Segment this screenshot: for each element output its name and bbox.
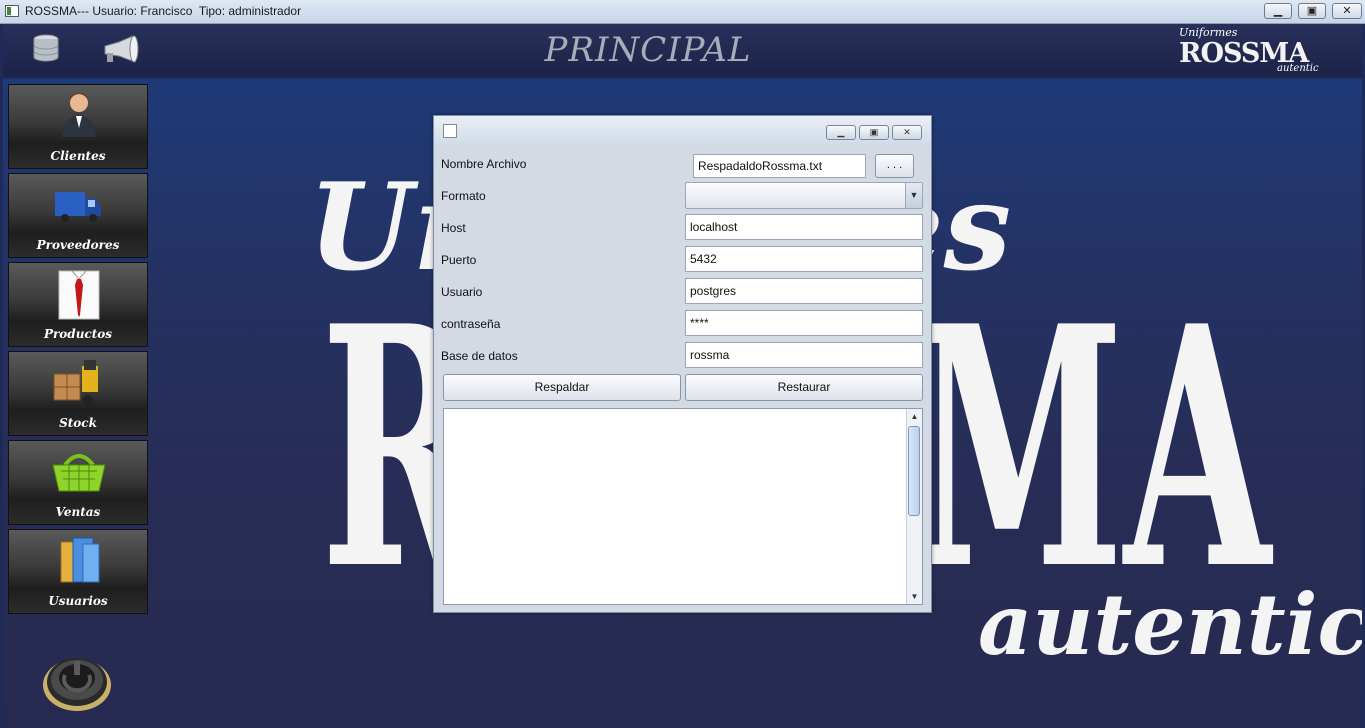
sidebar-item-label: Proveedores [36,238,120,252]
java-icon [443,124,457,138]
browse-button[interactable]: . . . [875,154,914,178]
sidebar-item-proveedores[interactable]: Proveedores [8,173,148,258]
window-title: ROSSMA--- Usuario: Francisco Tipo: admin… [25,4,302,18]
sidebar-item-productos[interactable]: Productos [8,262,148,347]
brand-logo: Uniformes ROSSMA autentic [1173,26,1333,76]
dialog-minimize-button[interactable]: ▁ [826,125,856,140]
dialog-close-button[interactable]: ✕ [892,125,922,140]
restaurar-button[interactable]: Restaurar [685,374,923,401]
background-logo-line3: autentic [978,575,1362,674]
sidebar-item-label: Usuarios [48,594,108,608]
sidebar-item-label: Clientes [50,149,106,163]
base-datos-label: Base de datos [441,349,518,363]
header-title: PRINCIPAL [544,30,752,70]
puerto-field[interactable]: 5432 [685,246,923,272]
usuario-field[interactable]: postgres [685,278,923,304]
sidebar-item-usuarios[interactable]: Usuarios [8,529,148,614]
dialog-titlebar: ▁ ▣ ✕ [434,116,931,144]
sidebar-item-ventas[interactable]: Ventas [8,440,148,525]
sidebar-item-label: Stock [59,416,97,430]
forklift-icon [53,360,98,405]
sidebar-item-label: Ventas [55,505,101,519]
app-header: PRINCIPAL Uniformes ROSSMA autentic [3,24,1362,77]
puerto-label: Puerto [441,253,477,267]
backup-dialog: ▁ ▣ ✕ Nombre Archivo RespadaldoRossma.tx… [433,115,932,613]
scroll-down-icon[interactable]: ▼ [907,589,922,604]
dialog-maximize-button[interactable]: ▣ [859,125,889,140]
dropdown-arrow-icon[interactable]: ▼ [905,183,922,208]
sidebar-item-stock[interactable]: Stock [8,351,148,436]
base-datos-field[interactable]: rossma [685,342,923,368]
scroll-thumb[interactable] [908,426,920,516]
app-icon [5,5,19,17]
truck-icon [55,192,101,222]
log-scrollbar[interactable]: ▲ ▼ [906,409,922,604]
main-area: Uniformes ROSSMA autentic Clientes Prove… [3,79,1362,728]
nombre-archivo-label: Nombre Archivo [441,157,527,171]
respaldar-button[interactable]: Respaldar [443,374,681,401]
sidebar-item-clientes[interactable]: Clientes [8,84,148,169]
password-field[interactable]: **** [685,310,923,336]
sidebar: Clientes Proveedores Productos Stock Ven… [8,84,148,618]
formato-select[interactable]: ▼ [685,182,923,209]
window-maximize-button[interactable]: ▣ [1298,3,1326,19]
formato-label: Formato [441,189,486,203]
scroll-up-icon[interactable]: ▲ [907,409,922,424]
host-label: Host [441,221,466,235]
host-field[interactable]: localhost [685,214,923,240]
nombre-archivo-field[interactable]: RespadaldoRossma.txt [693,154,866,178]
basket-icon [52,454,106,492]
sidebar-item-label: Productos [43,327,113,341]
window-titlebar: ROSSMA--- Usuario: Francisco Tipo: admin… [0,0,1365,24]
power-icon[interactable] [41,649,113,713]
contrasena-label: contraseña [441,317,501,331]
client-icon [62,93,96,137]
folders-icon [60,537,100,583]
window-minimize-button[interactable]: ▁ [1264,3,1292,19]
window-close-button[interactable]: ✕ [1332,3,1362,19]
shirt-icon [58,270,100,320]
usuario-label: Usuario [441,285,483,299]
log-textarea[interactable]: ▲ ▼ [443,408,923,605]
brand-logo-bottom: autentic [1277,63,1319,74]
